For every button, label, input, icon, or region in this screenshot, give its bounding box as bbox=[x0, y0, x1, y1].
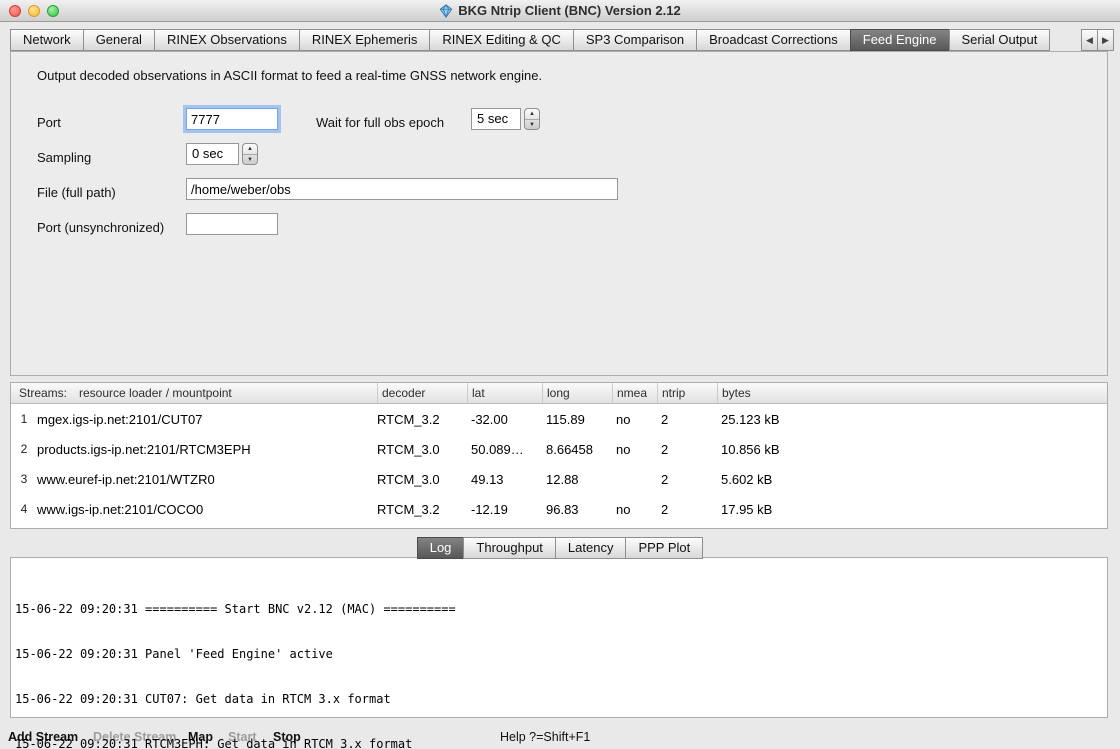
log-line: 15-06-22 09:20:31 RTCM3EPH: Get data in … bbox=[15, 737, 1103, 749]
stepper-down-icon[interactable]: ▼ bbox=[243, 155, 257, 165]
tab-rinex-ephemeris[interactable]: RINEX Ephemeris bbox=[299, 29, 430, 51]
wait-epoch-input[interactable]: 5 sec bbox=[471, 108, 521, 130]
column-header-bytes: bytes bbox=[717, 383, 1107, 403]
cell-lat[interactable]: -12.19 bbox=[467, 502, 542, 517]
tab-network[interactable]: Network bbox=[10, 29, 84, 51]
cell-bytes: 25.123 kB bbox=[717, 412, 1107, 427]
table-row[interactable]: 4 www.igs-ip.net:2101/COCO0 RTCM_3.2 -12… bbox=[11, 494, 1107, 524]
tab-broadcast-corrections[interactable]: Broadcast Corrections bbox=[696, 29, 851, 51]
cell-nmea[interactable]: no bbox=[612, 502, 657, 517]
port-unsync-label: Port (unsynchronized) bbox=[37, 217, 164, 239]
cell-bytes: 17.95 kB bbox=[717, 502, 1107, 517]
tab-throughput[interactable]: Throughput bbox=[463, 537, 556, 559]
cell-nmea[interactable]: no bbox=[612, 442, 657, 457]
stepper-up-icon[interactable]: ▲ bbox=[243, 144, 257, 155]
log-output: 15-06-22 09:20:31 ========== Start BNC v… bbox=[11, 558, 1107, 749]
tab-log[interactable]: Log bbox=[417, 537, 465, 559]
tab-scroll-right-icon[interactable]: ▶ bbox=[1097, 29, 1114, 51]
cell-long[interactable]: 96.83 bbox=[542, 502, 612, 517]
sampling-label: Sampling bbox=[37, 147, 91, 169]
cell-decoder[interactable]: RTCM_3.0 bbox=[377, 472, 467, 487]
file-path-input[interactable] bbox=[186, 178, 618, 200]
cell-ntrip[interactable]: 2 bbox=[657, 442, 717, 457]
cell-long[interactable]: 12.88 bbox=[542, 472, 612, 487]
tab-rinex-observations[interactable]: RINEX Observations bbox=[154, 29, 300, 51]
row-number: 3 bbox=[11, 472, 37, 486]
cell-decoder[interactable]: RTCM_3.2 bbox=[377, 412, 467, 427]
cell-nmea[interactable]: no bbox=[612, 412, 657, 427]
cell-bytes: 10.856 kB bbox=[717, 442, 1107, 457]
tab-feed-engine[interactable]: Feed Engine bbox=[850, 29, 950, 51]
cell-resource[interactable]: www.euref-ip.net:2101/WTZR0 bbox=[37, 472, 377, 487]
feed-engine-panel: Output decoded observations in ASCII for… bbox=[10, 51, 1108, 376]
tab-ppp-plot[interactable]: PPP Plot bbox=[625, 537, 703, 559]
file-path-label: File (full path) bbox=[37, 182, 116, 204]
main-tab-bar: Network General RINEX Observations RINEX… bbox=[10, 29, 1114, 51]
stepper-down-icon[interactable]: ▼ bbox=[525, 120, 539, 130]
cell-lat[interactable]: 49.13 bbox=[467, 472, 542, 487]
streams-table-header: Streams: resource loader / mountpoint de… bbox=[11, 383, 1107, 404]
tab-serial-output[interactable]: Serial Output bbox=[949, 29, 1051, 51]
column-header-decoder: decoder bbox=[377, 383, 467, 403]
cell-ntrip[interactable]: 2 bbox=[657, 412, 717, 427]
streams-table: Streams: resource loader / mountpoint de… bbox=[10, 382, 1108, 529]
sampling-stepper[interactable]: ▲ ▼ bbox=[242, 143, 258, 165]
cell-long[interactable]: 115.89 bbox=[542, 412, 612, 427]
tab-sp3-comparison[interactable]: SP3 Comparison bbox=[573, 29, 697, 51]
app-icon bbox=[439, 4, 453, 18]
view-tab-bar: Log Throughput Latency PPP Plot bbox=[0, 537, 1120, 559]
wait-epoch-label: Wait for full obs epoch bbox=[316, 112, 444, 134]
log-panel[interactable]: 15-06-22 09:20:31 ========== Start BNC v… bbox=[10, 557, 1108, 718]
cell-lat[interactable]: -32.00 bbox=[467, 412, 542, 427]
table-row[interactable]: 1 mgex.igs-ip.net:2101/CUT07 RTCM_3.2 -3… bbox=[11, 404, 1107, 434]
tab-scroll-buttons: ◀ ▶ bbox=[1081, 29, 1114, 51]
log-line: 15-06-22 09:20:31 CUT07: Get data in RTC… bbox=[15, 692, 1103, 707]
tab-general[interactable]: General bbox=[83, 29, 155, 51]
cell-decoder[interactable]: RTCM_3.0 bbox=[377, 442, 467, 457]
bnc-window: BKG Ntrip Client (BNC) Version 2.12 Netw… bbox=[0, 0, 1120, 749]
title-bar: BKG Ntrip Client (BNC) Version 2.12 bbox=[0, 0, 1120, 22]
tab-latency[interactable]: Latency bbox=[555, 537, 627, 559]
window-title: BKG Ntrip Client (BNC) Version 2.12 bbox=[439, 3, 680, 18]
tab-rinex-editing-qc[interactable]: RINEX Editing & QC bbox=[429, 29, 574, 51]
panel-description: Output decoded observations in ASCII for… bbox=[37, 68, 542, 83]
table-row[interactable]: 3 www.euref-ip.net:2101/WTZR0 RTCM_3.0 4… bbox=[11, 464, 1107, 494]
column-header-ntrip: ntrip bbox=[657, 383, 717, 403]
cell-resource[interactable]: www.igs-ip.net:2101/COCO0 bbox=[37, 502, 377, 517]
port-label: Port bbox=[37, 112, 61, 134]
column-header-resource: resource loader / mountpoint bbox=[79, 383, 377, 403]
row-number: 1 bbox=[11, 412, 37, 426]
window-title-text: BKG Ntrip Client (BNC) Version 2.12 bbox=[458, 3, 680, 18]
cell-ntrip[interactable]: 2 bbox=[657, 502, 717, 517]
cell-resource[interactable]: products.igs-ip.net:2101/RTCM3EPH bbox=[37, 442, 377, 457]
minimize-button[interactable] bbox=[28, 5, 40, 17]
streams-corner-label: Streams: bbox=[11, 383, 79, 403]
row-number: 2 bbox=[11, 442, 37, 456]
log-line: 15-06-22 09:20:31 Panel 'Feed Engine' ac… bbox=[15, 647, 1103, 662]
sampling-input[interactable]: 0 sec bbox=[186, 143, 239, 165]
cell-bytes: 5.602 kB bbox=[717, 472, 1107, 487]
column-header-nmea: nmea bbox=[612, 383, 657, 403]
zoom-button[interactable] bbox=[47, 5, 59, 17]
port-unsync-input[interactable] bbox=[186, 213, 278, 235]
cell-long[interactable]: 8.66458 bbox=[542, 442, 612, 457]
port-input[interactable] bbox=[186, 108, 278, 130]
table-row[interactable]: 2 products.igs-ip.net:2101/RTCM3EPH RTCM… bbox=[11, 434, 1107, 464]
cell-ntrip[interactable]: 2 bbox=[657, 472, 717, 487]
cell-lat[interactable]: 50.089… bbox=[467, 442, 542, 457]
log-line: 15-06-22 09:20:31 ========== Start BNC v… bbox=[15, 602, 1103, 617]
stepper-up-icon[interactable]: ▲ bbox=[525, 109, 539, 120]
row-number: 4 bbox=[11, 502, 37, 516]
cell-decoder[interactable]: RTCM_3.2 bbox=[377, 502, 467, 517]
column-header-lat: lat bbox=[467, 383, 542, 403]
column-header-long: long bbox=[542, 383, 612, 403]
tab-scroll-left-icon[interactable]: ◀ bbox=[1081, 29, 1098, 51]
close-button[interactable] bbox=[9, 5, 21, 17]
wait-epoch-stepper[interactable]: ▲ ▼ bbox=[524, 108, 540, 130]
cell-resource[interactable]: mgex.igs-ip.net:2101/CUT07 bbox=[37, 412, 377, 427]
